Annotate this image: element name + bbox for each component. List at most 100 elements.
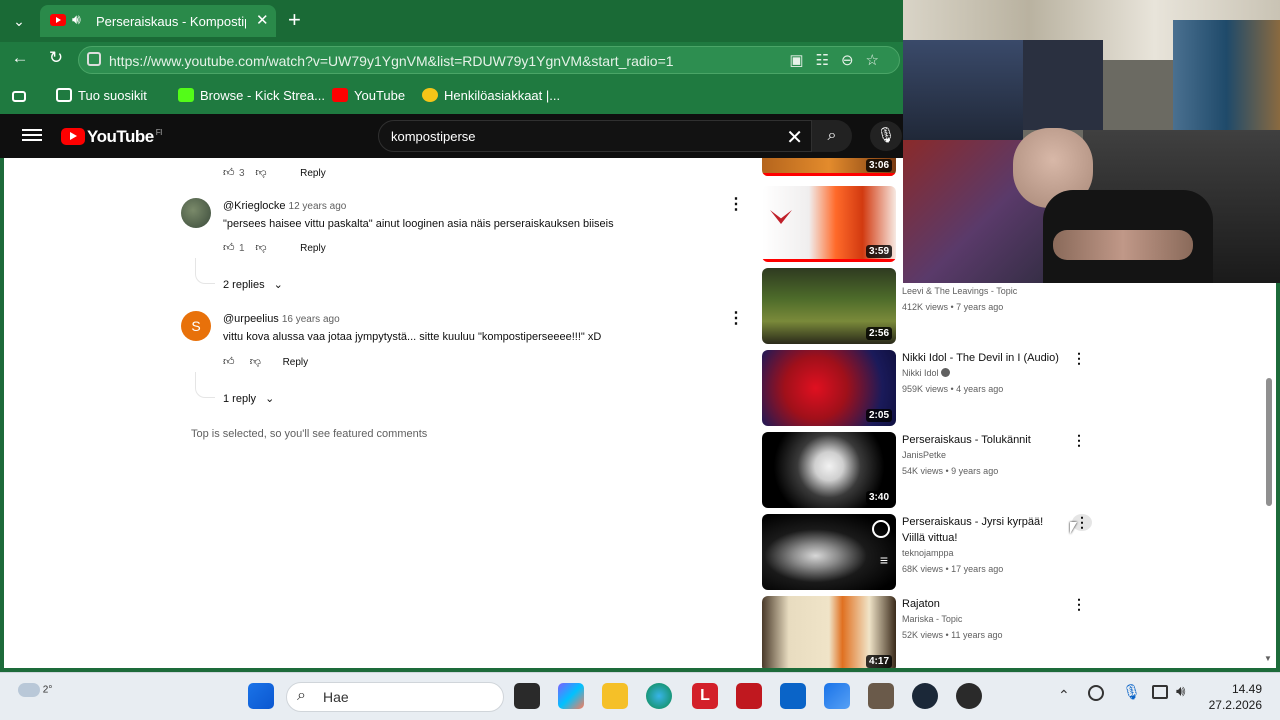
task-view-icon[interactable] <box>514 683 540 709</box>
youtube-logo[interactable]: YouTube FI <box>61 127 163 146</box>
tab-actions-menu[interactable]: ⌄ <box>6 8 32 34</box>
bookmark-youtube[interactable]: YouTube <box>332 88 405 103</box>
comment-actions: 👍︎ 1 👎︎ Reply <box>223 241 326 254</box>
mcafee-icon[interactable] <box>736 683 762 709</box>
video-channel[interactable]: Nikki Idol <box>902 368 951 378</box>
close-tab-icon[interactable]: ✕ <box>256 11 269 29</box>
bookmark-kick[interactable]: Browse - Kick Strea... <box>178 88 325 103</box>
video-channel[interactable]: Mariska - Topic <box>902 614 962 624</box>
scroll-down-icon[interactable]: ▼ <box>1264 654 1272 663</box>
avatar[interactable]: S <box>181 311 211 341</box>
video-thumbnail[interactable]: 3:59 <box>762 186 896 262</box>
volume-icon[interactable]: 🔊︎ <box>1176 683 1185 700</box>
search-box[interactable]: kompostiperse ✕ <box>378 120 812 152</box>
display-icon[interactable] <box>1152 685 1168 699</box>
store-icon[interactable] <box>824 683 850 709</box>
thread-line <box>195 372 215 398</box>
like-icon[interactable]: 👍︎ <box>223 241 235 254</box>
comment-time[interactable]: 16 years ago <box>282 314 340 325</box>
voice-search-icon[interactable]: 🎙︎ <box>870 121 902 151</box>
video-thumbnail[interactable]: 4:17 <box>762 596 896 668</box>
network-icon[interactable] <box>1088 685 1104 701</box>
like-icon[interactable]: 👍︎ <box>223 166 235 179</box>
refresh-icon[interactable]: ↻ <box>44 48 68 68</box>
comment-author[interactable]: @urpeelius <box>223 313 279 325</box>
lidl-app-icon[interactable]: L <box>692 683 718 709</box>
video-title[interactable]: Perseraiskaus - Tolukännit <box>902 432 1062 448</box>
comment-more-icon[interactable]: ⋮ <box>728 194 744 214</box>
weather-widget[interactable]: 2° <box>18 683 52 697</box>
taskbar: 2° ⌕ Hae L ⌃ 🎙︎ 🔊︎ 14.49 27.2.2026 <box>0 672 1280 720</box>
watch-later-icon[interactable] <box>872 520 890 538</box>
clear-search-icon[interactable]: ✕ <box>786 125 803 150</box>
address-bar-icons[interactable]: ▣☷⊖☆ <box>789 51 891 69</box>
collections-icon[interactable] <box>12 88 32 103</box>
replies-toggle[interactable]: 1 reply ⌄ <box>223 392 274 405</box>
tab-title: Perseraiskaus - Kompostiperse <box>96 14 246 29</box>
file-explorer-icon[interactable] <box>602 683 628 709</box>
video-more-icon[interactable]: ⋮ <box>1072 432 1086 449</box>
video-channel[interactable]: teknojamppa <box>902 548 954 558</box>
comment-author[interactable]: @Krieglocke <box>223 200 286 212</box>
dislike-icon[interactable]: 👎︎ <box>255 241 267 254</box>
video-thumbnail[interactable]: 3:06 <box>762 158 896 176</box>
video-more-icon[interactable]: ⋮ <box>1072 350 1086 367</box>
bookmark-henkiloasiakkaat[interactable]: Henkilöasiakkaat |... <box>422 88 560 103</box>
site-info-icon[interactable] <box>87 52 101 66</box>
dislike-icon[interactable]: 👎︎ <box>250 355 262 368</box>
url-text: https://www.youtube.com/watch?v=UW79y1Yg… <box>109 53 674 69</box>
mouse-cursor <box>1070 522 1077 534</box>
comment-more-icon[interactable]: ⋮ <box>728 308 744 328</box>
comment-time[interactable]: 12 years ago <box>289 201 347 212</box>
new-tab-button[interactable]: + <box>288 7 301 33</box>
like-icon[interactable]: 👍︎ <box>223 355 235 368</box>
video-thumbnail[interactable]: 3:40 <box>762 432 896 508</box>
watched-progress <box>762 173 896 176</box>
menu-icon[interactable] <box>22 126 42 146</box>
start-windows-icon[interactable] <box>248 683 274 709</box>
reply-button[interactable]: Reply <box>300 168 326 179</box>
video-thumbnail[interactable]: 2:05 <box>762 350 896 426</box>
copilot-icon[interactable] <box>558 683 584 709</box>
tray-chevron-up-icon[interactable]: ⌃ <box>1058 687 1070 704</box>
active-tab[interactable]: 🔊︎ Perseraiskaus - Kompostiperse ✕ <box>40 5 276 37</box>
bookmark-import[interactable]: Tuo suosikit <box>56 88 147 103</box>
video-duration: 3:59 <box>865 245 892 258</box>
video-title[interactable]: Perseraiskaus - Jyrsi kyrpää! Viillä vit… <box>902 514 1062 546</box>
system-clock[interactable]: 14.49 27.2.2026 <box>1200 681 1262 713</box>
comment-actions: 👍︎ 👎︎ Reply <box>223 355 308 368</box>
steam-icon[interactable] <box>912 683 938 709</box>
youtube-play-icon <box>61 128 85 145</box>
reply-button[interactable]: Reply <box>283 357 309 368</box>
video-meta: 52K views • 11 years ago <box>902 630 1003 640</box>
scrollbar-thumb[interactable] <box>1266 378 1272 506</box>
avatar[interactable] <box>181 198 211 228</box>
microphone-icon[interactable]: 🎙︎ <box>1122 683 1141 701</box>
game-app-icon[interactable] <box>868 683 894 709</box>
obs-icon[interactable] <box>956 683 982 709</box>
video-title[interactable]: Nikki Idol - The Devil in I (Audio) <box>902 350 1062 366</box>
add-to-queue-icon[interactable]: ≡ <box>880 552 888 568</box>
back-icon[interactable]: ← <box>8 48 32 68</box>
taskbar-search[interactable]: ⌕ Hae <box>286 682 504 712</box>
outlook-icon[interactable] <box>780 683 806 709</box>
video-channel[interactable]: JanisPetke <box>902 450 946 460</box>
video-channel[interactable]: Leevi & The Leavings - Topic <box>902 286 1017 296</box>
search-input[interactable]: kompostiperse <box>391 129 476 144</box>
url-field[interactable]: https://www.youtube.com/watch?v=UW79y1Yg… <box>78 46 900 74</box>
video-more-icon[interactable]: ⋮ <box>1072 596 1086 613</box>
video-thumbnail[interactable]: ≡ <box>762 514 896 590</box>
reply-button[interactable]: Reply <box>300 243 326 254</box>
search-button[interactable]: ⌕ <box>812 120 852 152</box>
video-title[interactable]: Rajaton <box>902 596 1062 612</box>
speaker-icon[interactable]: 🔊︎ <box>72 11 81 28</box>
replies-toggle[interactable]: 2 replies ⌄ <box>223 278 283 291</box>
mariska-logo-icon <box>770 210 792 224</box>
video-meta: 412K views • 7 years ago <box>902 302 1004 312</box>
video-thumbnail[interactable]: 2:56 <box>762 268 896 344</box>
video-duration: 4:17 <box>865 655 892 668</box>
edge-icon[interactable] <box>646 683 672 709</box>
dislike-icon[interactable]: 👎︎ <box>255 166 267 179</box>
region-code: FI <box>155 128 163 138</box>
comment-text: vittu kova alussa vaa jotaa jympytystä..… <box>223 331 602 343</box>
